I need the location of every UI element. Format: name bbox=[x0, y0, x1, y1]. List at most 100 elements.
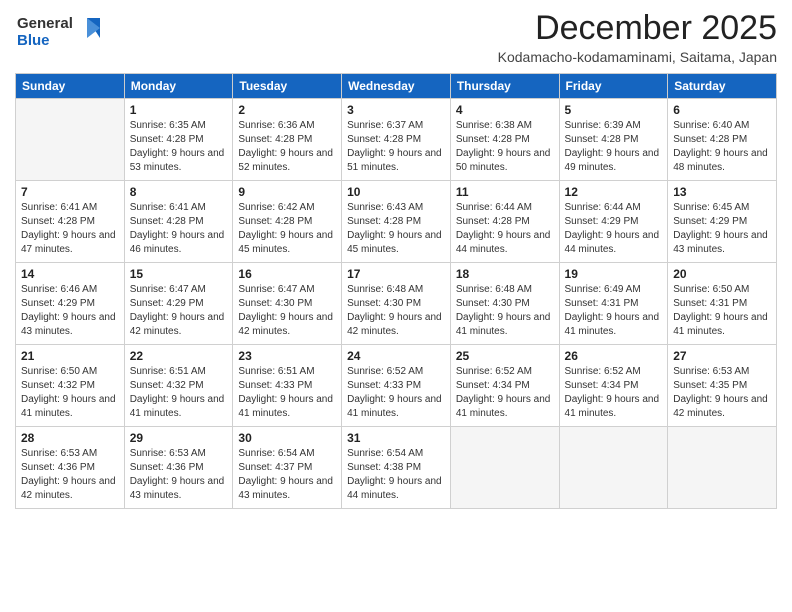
day-info: Sunrise: 6:54 AMSunset: 4:38 PMDaylight:… bbox=[347, 447, 445, 503]
day-number: 13 bbox=[673, 185, 771, 199]
calendar-title: December 2025 bbox=[498, 10, 777, 47]
sunrise-text: Sunrise: 6:54 AM bbox=[347, 448, 423, 459]
day-number: 6 bbox=[673, 103, 771, 117]
logo: General Blue bbox=[15, 10, 105, 60]
day-number: 8 bbox=[130, 185, 228, 199]
daylight-text: Daylight: 9 hours and 43 minutes. bbox=[238, 476, 333, 501]
sunset-text: Sunset: 4:35 PM bbox=[673, 380, 747, 391]
daylight-text: Daylight: 9 hours and 43 minutes. bbox=[21, 312, 116, 337]
sunset-text: Sunset: 4:33 PM bbox=[238, 380, 312, 391]
calendar-cell: 9Sunrise: 6:42 AMSunset: 4:28 PMDaylight… bbox=[233, 181, 342, 263]
calendar-cell: 20Sunrise: 6:50 AMSunset: 4:31 PMDayligh… bbox=[668, 263, 777, 345]
calendar-cell: 28 Sunrise: 6:53 AMSunset: 4:36 PMDayligh… bbox=[16, 427, 125, 509]
sunset-text: Sunset: 4:28 PM bbox=[565, 134, 639, 145]
day-number: 21 bbox=[21, 349, 119, 363]
sunrise-text: Sunrise: 6:52 AM bbox=[565, 366, 641, 377]
logo-icon: General Blue bbox=[15, 10, 105, 55]
day-info: Sunrise: 6:40 AMSunset: 4:28 PMDaylight:… bbox=[673, 119, 771, 175]
sunset-text: Sunset: 4:31 PM bbox=[673, 298, 747, 309]
calendar-subtitle: Kodamacho-kodamaminami, Saitama, Japan bbox=[498, 49, 777, 65]
header-row: Sunday Monday Tuesday Wednesday Thursday… bbox=[16, 74, 777, 99]
calendar-body: 1Sunrise: 6:35 AMSunset: 4:28 PMDaylight… bbox=[16, 99, 777, 509]
sunrise-text: Sunrise: 6:48 AM bbox=[347, 284, 423, 295]
svg-text:Blue: Blue bbox=[17, 32, 50, 49]
daylight-text: Daylight: 9 hours and 43 minutes. bbox=[130, 476, 225, 501]
daylight-text: Daylight: 9 hours and 42 minutes. bbox=[347, 312, 442, 337]
day-number: 26 bbox=[565, 349, 663, 363]
sunrise-text: Sunrise: 6:46 AM bbox=[21, 284, 97, 295]
sunrise-text: Sunrise: 6:47 AM bbox=[238, 284, 314, 295]
week-row-1: 1Sunrise: 6:35 AMSunset: 4:28 PMDaylight… bbox=[16, 99, 777, 181]
sunrise-text: Sunrise: 6:42 AM bbox=[238, 202, 314, 213]
day-number: 7 bbox=[21, 185, 119, 199]
day-info: Sunrise: 6:50 AMSunset: 4:31 PMDaylight:… bbox=[673, 283, 771, 339]
day-info: Sunrise: 6:41 AMSunset: 4:28 PMDaylight:… bbox=[130, 201, 228, 257]
calendar-table: Sunday Monday Tuesday Wednesday Thursday… bbox=[15, 73, 777, 509]
daylight-text: Daylight: 9 hours and 50 minutes. bbox=[456, 148, 551, 173]
daylight-text: Daylight: 9 hours and 44 minutes. bbox=[456, 230, 551, 255]
calendar-cell: 14 Sunrise: 6:46 AMSunset: 4:29 PMDayligh… bbox=[16, 263, 125, 345]
daylight-text: Daylight: 9 hours and 44 minutes. bbox=[347, 476, 442, 501]
calendar-cell: 29Sunrise: 6:53 AMSunset: 4:36 PMDayligh… bbox=[124, 427, 233, 509]
sunrise-text: Sunrise: 6:37 AM bbox=[347, 120, 423, 131]
calendar-cell: 10Sunrise: 6:43 AMSunset: 4:28 PMDayligh… bbox=[342, 181, 451, 263]
sunrise-text: Sunrise: 6:49 AM bbox=[565, 284, 641, 295]
calendar-cell: 24Sunrise: 6:52 AMSunset: 4:33 PMDayligh… bbox=[342, 345, 451, 427]
day-number: 24 bbox=[347, 349, 445, 363]
sunset-text: Sunset: 4:30 PM bbox=[456, 298, 530, 309]
calendar-cell: 16Sunrise: 6:47 AMSunset: 4:30 PMDayligh… bbox=[233, 263, 342, 345]
calendar-cell: 26Sunrise: 6:52 AMSunset: 4:34 PMDayligh… bbox=[559, 345, 668, 427]
calendar-cell: 6 Sunrise: 6:40 AMSunset: 4:28 PMDaylight… bbox=[668, 99, 777, 181]
day-number: 28 bbox=[21, 431, 119, 445]
calendar-cell: 27Sunrise: 6:53 AMSunset: 4:35 PMDayligh… bbox=[668, 345, 777, 427]
day-number: 18 bbox=[456, 267, 554, 281]
day-info: Sunrise: 6:52 AMSunset: 4:34 PMDaylight:… bbox=[456, 365, 554, 421]
daylight-text: Daylight: 9 hours and 42 minutes. bbox=[238, 312, 333, 337]
daylight-text: Daylight: 9 hours and 42 minutes. bbox=[21, 476, 116, 501]
day-info: Sunrise: 6:46 AMSunset: 4:29 PMDaylight:… bbox=[21, 283, 119, 339]
sunset-text: Sunset: 4:28 PM bbox=[673, 134, 747, 145]
sunrise-text: Sunrise: 6:41 AM bbox=[130, 202, 206, 213]
calendar-cell: 3Sunrise: 6:37 AMSunset: 4:28 PMDaylight… bbox=[342, 99, 451, 181]
sunset-text: Sunset: 4:37 PM bbox=[238, 462, 312, 473]
daylight-text: Daylight: 9 hours and 41 minutes. bbox=[21, 394, 116, 419]
calendar-cell: 22Sunrise: 6:51 AMSunset: 4:32 PMDayligh… bbox=[124, 345, 233, 427]
daylight-text: Daylight: 9 hours and 51 minutes. bbox=[347, 148, 442, 173]
header: General Blue December 2025 Kodamacho-kod… bbox=[15, 10, 777, 65]
calendar-cell: 8Sunrise: 6:41 AMSunset: 4:28 PMDaylight… bbox=[124, 181, 233, 263]
daylight-text: Daylight: 9 hours and 48 minutes. bbox=[673, 148, 768, 173]
sunset-text: Sunset: 4:28 PM bbox=[130, 216, 204, 227]
day-info: Sunrise: 6:35 AMSunset: 4:28 PMDaylight:… bbox=[130, 119, 228, 175]
day-info: Sunrise: 6:53 AMSunset: 4:36 PMDaylight:… bbox=[130, 447, 228, 503]
day-info: Sunrise: 6:53 AMSunset: 4:36 PMDaylight:… bbox=[21, 447, 119, 503]
day-info: Sunrise: 6:49 AMSunset: 4:31 PMDaylight:… bbox=[565, 283, 663, 339]
calendar-cell bbox=[16, 99, 125, 181]
col-wednesday: Wednesday bbox=[342, 74, 451, 99]
col-sunday: Sunday bbox=[16, 74, 125, 99]
day-info: Sunrise: 6:50 AMSunset: 4:32 PMDaylight:… bbox=[21, 365, 119, 421]
day-number: 25 bbox=[456, 349, 554, 363]
daylight-text: Daylight: 9 hours and 41 minutes. bbox=[565, 312, 660, 337]
svg-text:General: General bbox=[17, 15, 73, 32]
sunset-text: Sunset: 4:28 PM bbox=[238, 216, 312, 227]
sunset-text: Sunset: 4:34 PM bbox=[456, 380, 530, 391]
calendar-cell: 12Sunrise: 6:44 AMSunset: 4:29 PMDayligh… bbox=[559, 181, 668, 263]
day-info: Sunrise: 6:44 AMSunset: 4:29 PMDaylight:… bbox=[565, 201, 663, 257]
daylight-text: Daylight: 9 hours and 52 minutes. bbox=[238, 148, 333, 173]
day-info: Sunrise: 6:37 AM Sunset: 4:28 PM Daylight:… bbox=[347, 119, 445, 175]
daylight-text: Daylight: 9 hours and 41 minutes. bbox=[347, 394, 442, 419]
sunset-text: Sunset: 4:28 PM bbox=[238, 134, 312, 145]
sunset-text: Sunset: 4:33 PM bbox=[347, 380, 421, 391]
daylight-text: Daylight: 9 hours and 41 minutes. bbox=[456, 394, 551, 419]
sunrise-text: Sunrise: 6:51 AM bbox=[238, 366, 314, 377]
daylight-text: Daylight: 9 hours and 41 minutes. bbox=[456, 312, 551, 337]
week-row-3: 14 Sunrise: 6:46 AMSunset: 4:29 PMDayligh… bbox=[16, 263, 777, 345]
col-monday: Monday bbox=[124, 74, 233, 99]
sunset-text: Sunset: 4:28 PM bbox=[347, 134, 421, 145]
daylight-text: Daylight: 9 hours and 44 minutes. bbox=[565, 230, 660, 255]
sunrise-text: Sunrise: 6:35 AM bbox=[130, 120, 206, 131]
day-info: Sunrise: 6:43 AMSunset: 4:28 PMDaylight:… bbox=[347, 201, 445, 257]
day-info: Sunrise: 6:51 AMSunset: 4:32 PMDaylight:… bbox=[130, 365, 228, 421]
sunrise-text: Sunrise: 6:45 AM bbox=[673, 202, 749, 213]
day-number: 14 bbox=[21, 267, 119, 281]
